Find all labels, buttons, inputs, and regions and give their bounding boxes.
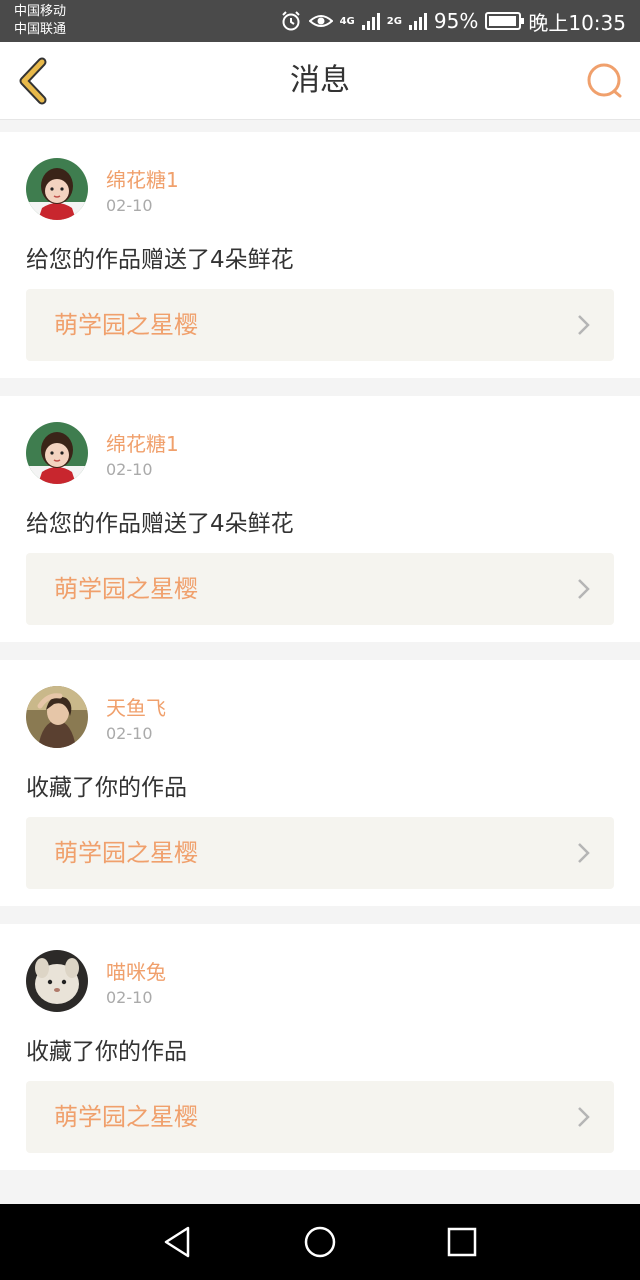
username[interactable]: 喵咪兔 bbox=[106, 956, 166, 985]
signal-icon bbox=[361, 12, 380, 30]
work-title: 萌学园之星樱 bbox=[54, 311, 198, 339]
status-icons: 4G 2G 95% 晚上10:35 bbox=[280, 0, 626, 42]
avatar[interactable] bbox=[26, 686, 88, 748]
message-text: 给您的作品赠送了4朵鲜花 bbox=[26, 247, 294, 273]
battery-percent: 95% bbox=[433, 9, 479, 33]
network-type-1: 4G bbox=[339, 15, 355, 27]
recents-square-icon[interactable] bbox=[442, 1222, 482, 1262]
work-title: 萌学园之星樱 bbox=[54, 575, 198, 603]
avatar[interactable] bbox=[26, 158, 88, 220]
message-text: 给您的作品赠送了4朵鲜花 bbox=[26, 511, 294, 537]
search-icon bbox=[587, 63, 622, 98]
message-time: 02-10 bbox=[106, 724, 153, 743]
carrier-2: 中国联通 bbox=[14, 22, 67, 37]
eye-icon bbox=[308, 15, 333, 27]
work-link[interactable]: 萌学园之星樱 bbox=[26, 289, 614, 361]
network-type-2: 2G bbox=[386, 15, 402, 27]
chevron-right-icon bbox=[578, 579, 590, 599]
work-link[interactable]: 萌学园之星樱 bbox=[26, 553, 614, 625]
signal-icon-2 bbox=[408, 12, 427, 30]
search-button[interactable] bbox=[584, 60, 626, 102]
message-card: 绵花糖1 02-10 给您的作品赠送了4朵鲜花 萌学园之星樱 bbox=[0, 132, 640, 378]
message-text: 收藏了你的作品 bbox=[26, 775, 187, 801]
carrier-1: 中国移动 bbox=[14, 4, 67, 19]
chevron-right-icon bbox=[578, 843, 590, 863]
message-card: 天鱼飞 02-10 收藏了你的作品 萌学园之星樱 bbox=[0, 660, 640, 906]
carrier-info: 中国移动 中国联通 bbox=[14, 3, 66, 39]
chevron-right-icon bbox=[578, 1107, 590, 1127]
chevron-right-icon bbox=[578, 315, 590, 335]
message-text: 收藏了你的作品 bbox=[26, 1039, 187, 1065]
username[interactable]: 天鱼飞 bbox=[106, 692, 166, 721]
username[interactable]: 绵花糖1 bbox=[106, 428, 179, 457]
message-card: 绵花糖1 02-10 给您的作品赠送了4朵鲜花 萌学园之星樱 bbox=[0, 396, 640, 642]
page-title: 消息 bbox=[290, 63, 350, 98]
work-link[interactable]: 萌学园之星樱 bbox=[26, 817, 614, 889]
avatar[interactable] bbox=[26, 950, 88, 1012]
message-time: 02-10 bbox=[106, 460, 153, 479]
system-nav-bar bbox=[0, 1204, 640, 1280]
status-bar: 中国移动 中国联通 4G 2G 95% 晚上10:35 bbox=[0, 0, 640, 42]
back-triangle-icon[interactable] bbox=[158, 1222, 198, 1262]
message-time: 02-10 bbox=[106, 196, 153, 215]
alarm-icon bbox=[281, 11, 300, 31]
work-link[interactable]: 萌学园之星樱 bbox=[26, 1081, 614, 1153]
avatar[interactable] bbox=[26, 422, 88, 484]
username[interactable]: 绵花糖1 bbox=[106, 164, 179, 193]
message-time: 02-10 bbox=[106, 988, 153, 1007]
message-card: 喵咪兔 02-10 收藏了你的作品 萌学园之星樱 bbox=[0, 924, 640, 1170]
work-title: 萌学园之星樱 bbox=[54, 1103, 198, 1131]
work-title: 萌学园之星樱 bbox=[54, 839, 198, 867]
battery-icon bbox=[485, 12, 525, 30]
home-circle-icon[interactable] bbox=[300, 1222, 340, 1262]
clock: 晚上10:35 bbox=[528, 10, 626, 35]
app-header: 消息 bbox=[0, 42, 640, 120]
message-list: 绵花糖1 02-10 给您的作品赠送了4朵鲜花 萌学园之星樱 绵花糖1 02-1… bbox=[0, 132, 640, 1188]
